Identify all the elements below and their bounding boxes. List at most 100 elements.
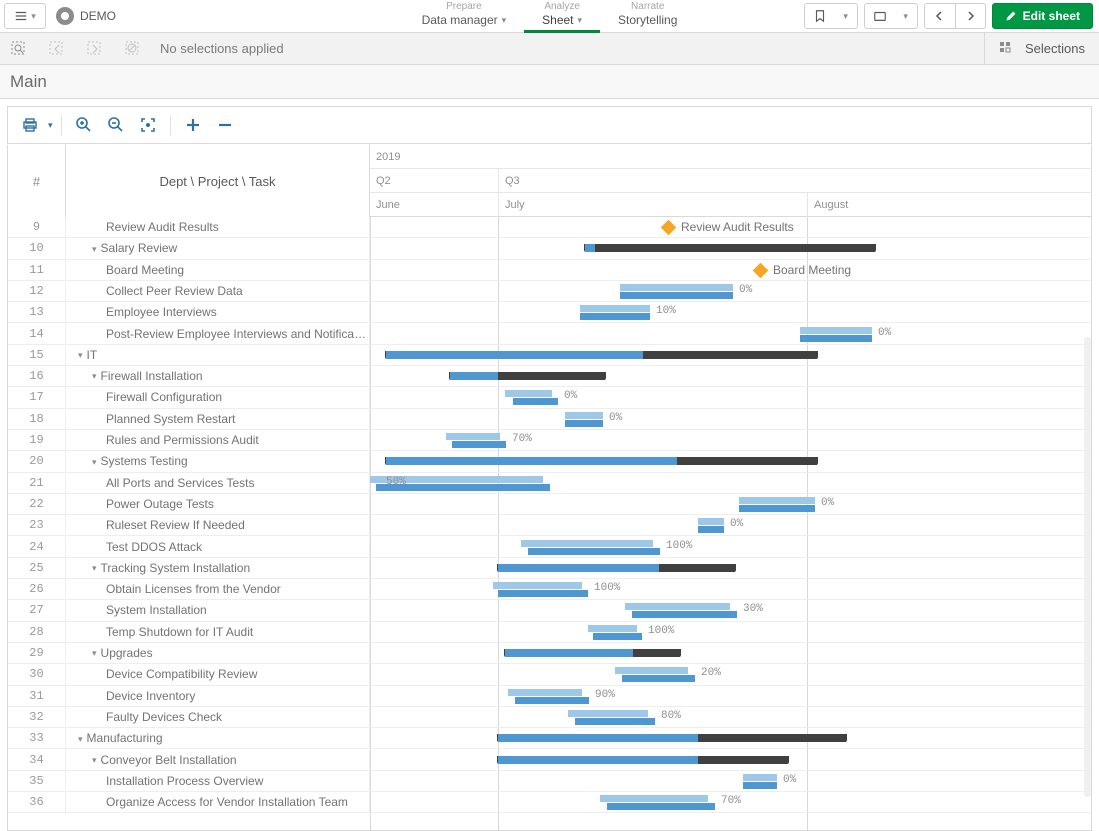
task-cell[interactable]: Test DDOS Attack <box>66 537 370 557</box>
gantt-row[interactable]: 36Organize Access for Vendor Installatio… <box>8 792 1091 813</box>
task-cell[interactable]: System Installation <box>66 600 370 620</box>
task-bar-actual[interactable] <box>622 675 695 682</box>
expand-all-button[interactable] <box>179 111 207 139</box>
timeline-cell[interactable]: 80% <box>370 707 1091 727</box>
timeline-cell[interactable]: 100% <box>370 622 1091 642</box>
gantt-row[interactable]: 32Faulty Devices Check80% <box>8 707 1091 728</box>
gantt-row[interactable]: 28Temp Shutdown for IT Audit100% <box>8 622 1091 643</box>
task-bar-actual[interactable] <box>739 505 815 512</box>
gantt-row[interactable]: 18Planned System Restart0% <box>8 409 1091 430</box>
nav-prepare[interactable]: Prepare Data manager ▾ <box>404 0 525 33</box>
task-cell[interactable]: Installation Process Overview <box>66 771 370 791</box>
task-bar-planned[interactable] <box>521 540 653 547</box>
task-bar-actual[interactable] <box>513 398 558 405</box>
task-bar-planned[interactable] <box>615 667 688 674</box>
print-button[interactable] <box>16 111 44 139</box>
expand-toggle-icon[interactable]: ▾ <box>92 558 97 578</box>
task-bar-planned[interactable] <box>625 603 730 610</box>
task-bar-planned[interactable] <box>493 582 582 589</box>
gantt-row[interactable]: 11Board MeetingBoard Meeting <box>8 260 1091 281</box>
task-bar-actual[interactable] <box>698 526 724 533</box>
task-cell[interactable]: Review Audit Results <box>66 217 370 237</box>
task-cell[interactable]: Temp Shutdown for IT Audit <box>66 622 370 642</box>
menu-button[interactable]: ▾ <box>4 3 46 29</box>
task-cell[interactable]: ▾Conveyor Belt Installation <box>66 750 370 770</box>
gantt-row[interactable]: 10▾Salary Review <box>8 238 1091 259</box>
task-cell[interactable]: Rules and Permissions Audit <box>66 430 370 450</box>
sheets-button[interactable]: ▾ <box>864 3 918 29</box>
task-cell[interactable]: Ruleset Review If Needed <box>66 515 370 535</box>
edit-sheet-button[interactable]: Edit sheet <box>992 3 1093 29</box>
task-cell[interactable]: Device Compatibility Review <box>66 664 370 684</box>
summary-bar[interactable] <box>505 649 680 657</box>
task-cell[interactable]: ▾Tracking System Installation <box>66 558 370 578</box>
task-cell[interactable]: Collect Peer Review Data <box>66 281 370 301</box>
timeline-cell[interactable]: 0% <box>370 387 1091 407</box>
task-bar-planned[interactable] <box>600 795 708 802</box>
summary-bar[interactable] <box>585 244 875 252</box>
nav-narrate[interactable]: Narrate Storytelling <box>600 0 695 33</box>
gantt-row[interactable]: 21All Ports and Services Tests50% <box>8 473 1091 494</box>
milestone-diamond[interactable] <box>661 220 677 236</box>
gantt-row[interactable]: 15▾IT <box>8 345 1091 366</box>
timeline-cell[interactable] <box>370 643 1091 663</box>
timeline-cell[interactable]: 0% <box>370 494 1091 514</box>
gantt-row[interactable]: 24Test DDOS Attack100% <box>8 537 1091 558</box>
expand-toggle-icon[interactable]: ▾ <box>78 729 83 749</box>
task-bar-actual[interactable] <box>452 441 506 448</box>
timeline-cell[interactable]: 0% <box>370 324 1091 344</box>
expand-toggle-icon[interactable]: ▾ <box>92 239 97 259</box>
task-bar-actual[interactable] <box>593 633 642 640</box>
gantt-row[interactable]: 30Device Compatibility Review20% <box>8 664 1091 685</box>
summary-bar[interactable] <box>498 564 735 572</box>
task-bar-planned[interactable] <box>739 497 815 504</box>
next-sheet-button[interactable] <box>955 4 985 28</box>
timeline-cell[interactable]: Review Audit Results <box>370 217 1091 237</box>
timeline-cell[interactable]: 0% <box>370 515 1091 535</box>
task-bar-actual[interactable] <box>528 548 660 555</box>
collapse-all-button[interactable] <box>211 111 239 139</box>
task-cell[interactable]: Organize Access for Vendor Installation … <box>66 792 370 812</box>
expand-toggle-icon[interactable]: ▾ <box>78 345 83 365</box>
gantt-row[interactable]: 19Rules and Permissions Audit70% <box>8 430 1091 451</box>
zoom-in-button[interactable] <box>70 111 98 139</box>
gantt-row[interactable]: 25▾Tracking System Installation <box>8 558 1091 579</box>
chevron-down-icon[interactable]: ▾ <box>48 120 53 131</box>
timeline-cell[interactable]: 50% <box>370 473 1091 493</box>
task-cell[interactable]: ▾Firewall Installation <box>66 366 370 386</box>
task-bar-actual[interactable] <box>515 697 589 704</box>
zoom-out-button[interactable] <box>102 111 130 139</box>
task-cell[interactable]: Firewall Configuration <box>66 387 370 407</box>
summary-bar[interactable] <box>386 351 817 359</box>
task-cell[interactable]: ▾Systems Testing <box>66 451 370 471</box>
selections-tool-button[interactable]: Selections <box>984 33 1099 64</box>
prev-sheet-button[interactable] <box>925 4 955 28</box>
gantt-row[interactable]: 23Ruleset Review If Needed0% <box>8 515 1091 536</box>
timeline-cell[interactable]: 0% <box>370 771 1091 791</box>
task-cell[interactable]: Employee Interviews <box>66 302 370 322</box>
task-cell[interactable]: Planned System Restart <box>66 409 370 429</box>
task-bar-planned[interactable] <box>565 412 603 419</box>
task-bar-planned[interactable] <box>580 305 650 312</box>
timeline-cell[interactable]: 100% <box>370 537 1091 557</box>
summary-bar[interactable] <box>498 734 846 742</box>
task-cell[interactable]: ▾Upgrades <box>66 643 370 663</box>
gantt-row[interactable]: 12Collect Peer Review Data0% <box>8 281 1091 302</box>
timeline-cell[interactable]: 30% <box>370 600 1091 620</box>
task-bar-actual[interactable] <box>632 611 737 618</box>
task-bar-planned[interactable] <box>505 390 552 397</box>
timeline-cell[interactable]: 70% <box>370 792 1091 812</box>
task-cell[interactable]: ▾Salary Review <box>66 238 370 258</box>
task-cell[interactable]: Board Meeting <box>66 260 370 280</box>
task-bar-actual[interactable] <box>800 335 872 342</box>
task-bar-actual[interactable] <box>498 590 588 597</box>
nav-analyze[interactable]: Analyze Sheet ▾ <box>524 0 600 33</box>
step-back-button[interactable] <box>38 40 76 58</box>
timeline-cell[interactable]: 90% <box>370 686 1091 706</box>
smart-search-button[interactable] <box>0 40 38 58</box>
task-bar-actual[interactable] <box>575 718 655 725</box>
gantt-row[interactable]: 26Obtain Licenses from the Vendor100% <box>8 579 1091 600</box>
gantt-row[interactable]: 20▾Systems Testing <box>8 451 1091 472</box>
timeline-cell[interactable]: 10% <box>370 302 1091 322</box>
task-bar-planned[interactable] <box>588 625 637 632</box>
